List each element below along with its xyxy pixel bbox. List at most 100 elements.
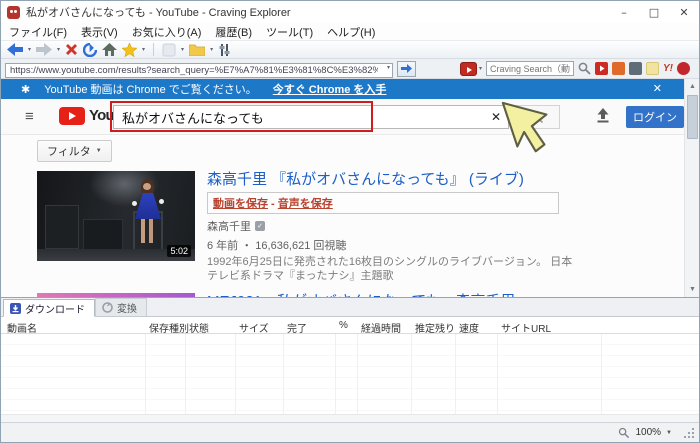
go-button[interactable]: [397, 60, 416, 77]
column-video-name[interactable]: 動画名: [7, 320, 37, 335]
column-percent[interactable]: %: [339, 320, 348, 331]
page-dropdown-icon[interactable]: ▾: [181, 46, 184, 53]
login-button[interactable]: ログイン: [626, 106, 684, 128]
notice-close-icon[interactable]: ✕: [653, 82, 662, 95]
video-result-1: 5:02 森高千里 『私がオバさんになっても』 (ライブ) 動画を保存 - 音声…: [37, 171, 684, 284]
video-1-meta: 6 年前 ・ 16,636,621 回視聴: [207, 240, 347, 253]
thumbnail-art: [45, 205, 79, 249]
url-input[interactable]: [5, 62, 393, 78]
video-2-thumbnail[interactable]: [37, 292, 195, 297]
scroll-up-icon[interactable]: ▲: [685, 79, 699, 94]
favicon-site3[interactable]: [629, 62, 643, 75]
url-dropdown-icon[interactable]: ▾: [387, 64, 390, 71]
youtube-engine-icon[interactable]: [460, 61, 477, 76]
youtube-search-input[interactable]: [114, 106, 508, 128]
resize-grip[interactable]: [683, 427, 695, 439]
forward-dropdown-icon[interactable]: ▾: [57, 46, 60, 53]
grid-line: [411, 334, 412, 414]
menu-help[interactable]: ヘルプ(H): [327, 24, 375, 40]
convert-icon: [102, 302, 113, 313]
favorites-dropdown-icon[interactable]: ▾: [142, 46, 145, 53]
hamburger-menu-icon[interactable]: ≡: [25, 108, 34, 125]
zoom-level[interactable]: 100%: [635, 427, 661, 438]
column-done[interactable]: 完了: [287, 320, 307, 335]
folder-dropdown-icon[interactable]: ▾: [210, 46, 213, 53]
thumbnail-art: [83, 219, 123, 253]
thumbnail-art: [141, 219, 145, 243]
favicon-site4[interactable]: [646, 62, 660, 75]
zoom-dropdown-icon[interactable]: ▼: [666, 430, 672, 436]
favorites-star-icon[interactable]: [122, 42, 138, 57]
column-status[interactable]: 状態: [189, 320, 209, 335]
menu-view[interactable]: 表示(V): [81, 24, 118, 40]
description-line-2: テレビ系ドラマ『まったナシ』主題歌: [207, 270, 394, 282]
refresh-icon[interactable]: [83, 42, 98, 57]
video-result-2: MEJ921 私がオバさんになっても 森高千里 （1992）190307 vL …: [37, 292, 684, 297]
address-bar: ▾ ▾ Y!: [1, 59, 699, 79]
minimize-button[interactable]: –: [609, 1, 639, 23]
home-icon[interactable]: [102, 42, 118, 57]
save-audio-link[interactable]: 音声を保存: [278, 198, 333, 210]
page-scrollbar[interactable]: ▲ ▼: [684, 79, 699, 297]
download-panel: ダウンロード 変換 動画名 保存種別 状態 サイズ 完了 % 経過時間 推定残り…: [1, 297, 699, 422]
get-chrome-link[interactable]: 今すぐ Chrome を入手: [273, 81, 387, 97]
tab-download[interactable]: ダウンロード: [3, 299, 95, 317]
menu-file[interactable]: ファイル(F): [9, 24, 67, 40]
notice-message: YouTube 動画は Chrome でご覧ください。: [44, 84, 257, 96]
filter-button[interactable]: フィルタ ▼: [37, 140, 112, 162]
column-remaining[interactable]: 推定残り: [415, 320, 455, 335]
verified-badge-icon: ✓: [255, 221, 265, 232]
save-video-link[interactable]: 動画を保存: [213, 198, 268, 210]
results-area: フィルタ ▼ 5:02 森高千里 『私がオバさんになっても』 (ライブ) 動画を…: [1, 135, 684, 297]
grid-line: [601, 334, 602, 414]
tab-convert[interactable]: 変換: [95, 298, 147, 316]
stop-icon[interactable]: [65, 43, 78, 56]
video-2-title-link[interactable]: MEJ921 私がオバさんになっても 森高千里 （1992）190307 vL …: [207, 293, 516, 297]
forward-icon[interactable]: [36, 43, 53, 56]
menu-favorites[interactable]: お気に入り(A): [132, 24, 202, 40]
download-list[interactable]: [1, 334, 699, 414]
folder-icon[interactable]: [189, 43, 206, 56]
thumbnail-art: [132, 201, 137, 206]
grid-line: [455, 334, 456, 414]
back-dropdown-icon[interactable]: ▾: [28, 46, 31, 53]
video-1-thumbnail[interactable]: 5:02: [37, 171, 195, 261]
menu-tools[interactable]: ツール(T): [266, 24, 313, 40]
maximize-button[interactable]: □: [639, 1, 669, 23]
back-icon[interactable]: [7, 43, 23, 56]
upload-icon[interactable]: [595, 108, 611, 128]
scrollbar-thumb[interactable]: [687, 95, 698, 139]
engine-dropdown-icon[interactable]: ▾: [479, 65, 482, 72]
search-engine-selector[interactable]: ▾: [460, 61, 482, 76]
app-icon: [7, 5, 20, 19]
tab-convert-label: 変換: [117, 304, 137, 315]
column-elapsed[interactable]: 経過時間: [361, 320, 401, 335]
channel-name-link[interactable]: 森高千里: [207, 218, 251, 234]
channel-row: 森高千里 ✓: [207, 218, 572, 234]
page-icon[interactable]: [162, 43, 176, 57]
download-icon: [10, 302, 21, 314]
settings-sliders-icon[interactable]: [218, 43, 231, 57]
youtube-header: ≡ YouTube JP ✕ ログイン: [1, 99, 684, 135]
youtube-search-box: ✕: [113, 105, 509, 129]
craving-search-input[interactable]: [486, 61, 575, 76]
favicon-site2[interactable]: [612, 62, 626, 75]
menu-history[interactable]: 履歴(B): [215, 24, 252, 40]
video-1-title-link[interactable]: 森高千里 『私がオバさんになっても』 (ライブ): [207, 171, 572, 188]
filter-label: フィルタ: [47, 146, 91, 158]
close-button[interactable]: ✕: [669, 1, 699, 23]
favicon-site6[interactable]: [677, 62, 691, 75]
column-site-url[interactable]: サイトURL: [501, 320, 551, 335]
search-magnifier-icon[interactable]: [578, 62, 591, 75]
window-title: 私がオバさんになっても - YouTube - Craving Explorer: [26, 7, 291, 19]
column-size[interactable]: サイズ: [239, 320, 269, 335]
column-speed[interactable]: 速度: [459, 320, 479, 335]
favicon-yahoo[interactable]: Y!: [663, 63, 673, 74]
scroll-down-icon[interactable]: ▼: [685, 282, 699, 297]
column-save-type[interactable]: 保存種別: [149, 320, 189, 335]
favicon-youtube[interactable]: [595, 62, 609, 75]
video-2-title-line-1: MEJ921 私がオバさんになっても 森高千里: [207, 293, 516, 297]
youtube-page: ≡ YouTube JP ✕ ログイン: [1, 99, 684, 297]
duration-badge: 5:02: [167, 245, 191, 257]
panel-hscrollbar[interactable]: [1, 414, 699, 422]
